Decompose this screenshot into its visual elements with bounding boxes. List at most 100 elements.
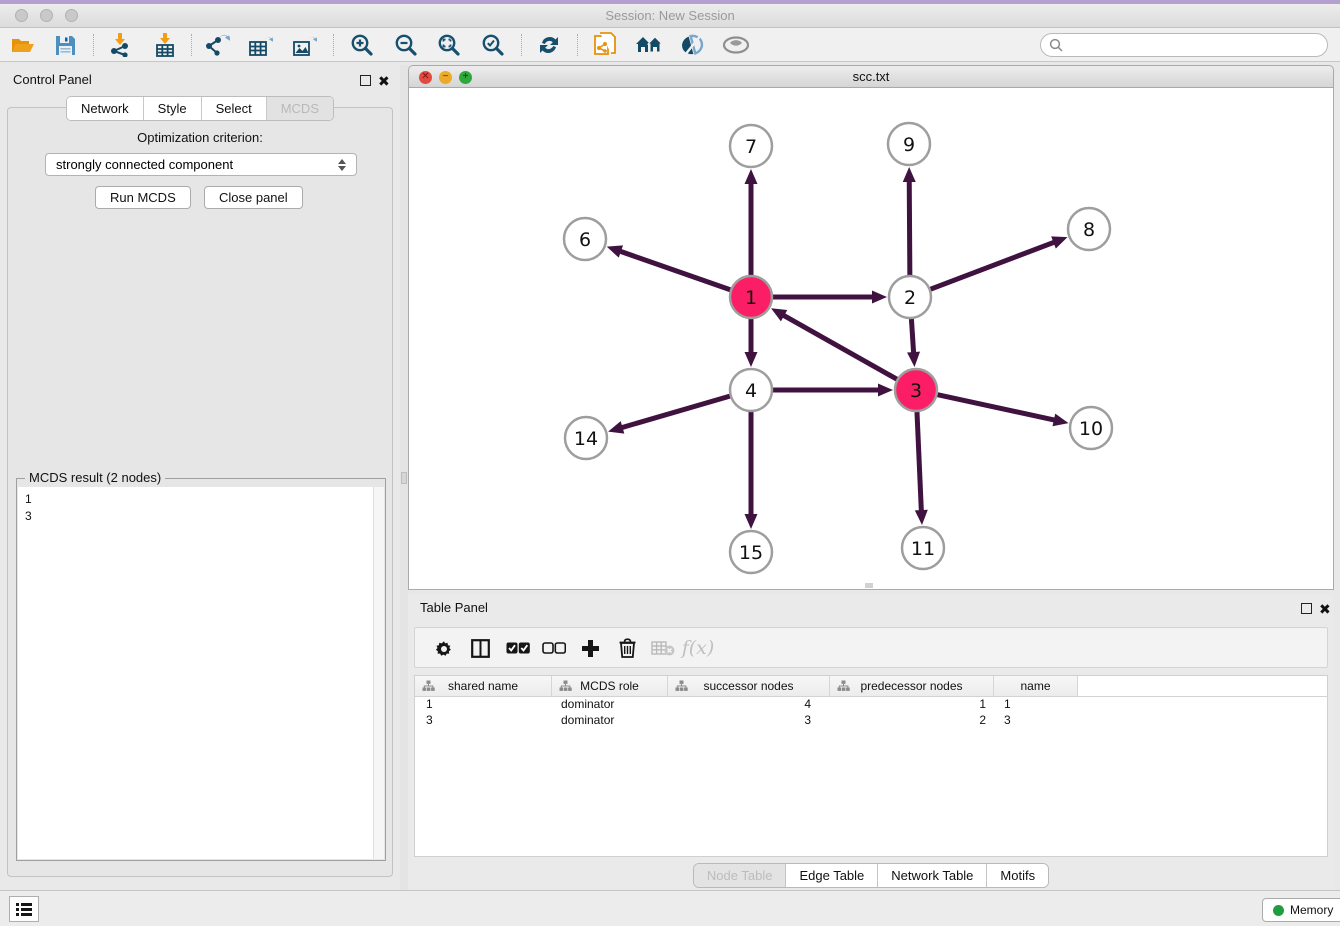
graph-arrowhead xyxy=(607,245,623,257)
mcds-result-textarea[interactable]: 1 3 xyxy=(18,487,384,859)
tab-motifs[interactable]: Motifs xyxy=(986,864,1048,887)
table-row[interactable]: 1 dominator 4 1 1 xyxy=(415,697,1327,713)
graph-edge-3-11[interactable] xyxy=(917,412,921,513)
graph-arrowhead xyxy=(872,291,887,304)
close-view-button[interactable]: ✕ xyxy=(419,71,432,84)
delete-column-icon[interactable] xyxy=(612,634,642,662)
search-input[interactable] xyxy=(1069,38,1327,53)
tab-edge-table[interactable]: Edge Table xyxy=(785,864,877,887)
toolbar-separator xyxy=(93,34,94,56)
cell-successor-nodes[interactable]: 4 xyxy=(668,697,830,713)
minimize-window-button[interactable] xyxy=(40,9,53,22)
zoom-selected-icon[interactable] xyxy=(478,31,508,59)
graph-arrowhead xyxy=(878,384,893,397)
column-header-mcds-role[interactable]: MCDS role xyxy=(552,676,668,696)
splitter-grip[interactable] xyxy=(401,472,407,484)
delete-table-icon[interactable] xyxy=(648,634,678,662)
maximize-view-button[interactable]: + xyxy=(459,71,472,84)
search-field[interactable] xyxy=(1040,33,1328,57)
export-image-icon[interactable] xyxy=(290,31,320,59)
cell-mcds-role[interactable]: dominator xyxy=(552,697,668,713)
graph-arrowhead xyxy=(915,510,928,525)
float-panel-icon[interactable] xyxy=(360,73,371,91)
tab-select[interactable]: Select xyxy=(201,97,266,120)
close-window-button[interactable] xyxy=(15,9,28,22)
cell-name[interactable]: 1 xyxy=(994,697,1078,713)
toolbar-separator xyxy=(333,34,334,56)
tab-network-table[interactable]: Network Table xyxy=(877,864,986,887)
graph-arrowhead xyxy=(907,352,920,367)
memory-button[interactable]: Memory xyxy=(1262,898,1340,922)
cell-predecessor-nodes[interactable]: 2 xyxy=(830,713,994,729)
show-hide-icon[interactable] xyxy=(721,31,751,59)
graph-edge-1-6[interactable] xyxy=(618,251,730,290)
run-mcds-button[interactable]: Run MCDS xyxy=(95,186,191,209)
tab-node-table[interactable]: Node Table xyxy=(694,864,786,887)
tab-style[interactable]: Style xyxy=(143,97,201,120)
add-column-icon[interactable] xyxy=(575,634,605,662)
network-view-title: scc.txt xyxy=(409,66,1333,88)
memory-label: Memory xyxy=(1290,903,1333,917)
column-header-shared-name[interactable]: shared name xyxy=(415,676,552,696)
table-row[interactable]: 3 dominator 3 2 3 xyxy=(415,713,1327,729)
graph-arrowhead xyxy=(608,421,624,433)
column-header-name[interactable]: name xyxy=(994,676,1078,696)
graph-node-label: 15 xyxy=(739,542,763,564)
save-session-icon[interactable] xyxy=(50,31,80,59)
tab-mcds[interactable]: MCDS xyxy=(266,97,333,120)
close-table-panel-icon[interactable]: ✖ xyxy=(1319,601,1331,619)
close-panel-icon[interactable]: ✖ xyxy=(378,73,390,91)
zoom-out-icon[interactable] xyxy=(391,31,421,59)
cell-shared-name[interactable]: 3 xyxy=(415,713,552,729)
minimize-view-button[interactable]: − xyxy=(439,71,452,84)
export-network-icon[interactable] xyxy=(203,31,233,59)
function-builder-icon[interactable]: f(x) xyxy=(683,634,713,662)
cell-successor-nodes[interactable]: 3 xyxy=(668,713,830,729)
zoom-window-button[interactable] xyxy=(65,9,78,22)
open-file-icon[interactable] xyxy=(8,31,38,59)
home-icon[interactable] xyxy=(634,31,664,59)
column-header-filler xyxy=(1078,676,1327,696)
graph-node-label: 9 xyxy=(903,134,915,156)
task-history-button[interactable] xyxy=(9,896,39,922)
clone-network-icon[interactable] xyxy=(590,31,620,59)
float-table-panel-icon[interactable] xyxy=(1301,601,1312,619)
graph-edge-3-10[interactable] xyxy=(937,395,1056,421)
graph-arrowhead xyxy=(1051,236,1067,248)
table-toolbar: f(x) xyxy=(414,627,1328,668)
graph-edge-2-8[interactable] xyxy=(931,241,1057,289)
main-toolbar xyxy=(0,28,1340,62)
import-table-icon[interactable] xyxy=(150,31,180,59)
cell-mcds-role[interactable]: dominator xyxy=(552,713,668,729)
graph-edge-2-9[interactable] xyxy=(909,179,910,275)
tab-network[interactable]: Network xyxy=(67,97,143,120)
network-scrollbar-grip[interactable] xyxy=(865,583,873,588)
graph-edge-2-3[interactable] xyxy=(911,319,913,355)
export-table-icon[interactable] xyxy=(246,31,276,59)
selected-option: strongly connected component xyxy=(56,157,233,172)
cell-predecessor-nodes[interactable]: 1 xyxy=(830,697,994,713)
graph-edge-3-1[interactable] xyxy=(781,314,896,379)
column-header-successor-nodes[interactable]: successor nodes xyxy=(668,676,830,696)
deselect-all-rows-icon[interactable] xyxy=(539,634,569,662)
panel-splitter[interactable] xyxy=(400,65,408,890)
column-header-predecessor-nodes[interactable]: predecessor nodes xyxy=(830,676,994,696)
zoom-fit-icon[interactable] xyxy=(434,31,464,59)
close-panel-button[interactable]: Close panel xyxy=(204,186,303,209)
cell-name[interactable]: 3 xyxy=(994,713,1078,729)
select-all-rows-icon[interactable] xyxy=(503,634,533,662)
graph-edge-4-14[interactable] xyxy=(620,396,730,428)
table-options-icon[interactable] xyxy=(429,634,459,662)
cell-shared-name[interactable]: 1 xyxy=(415,697,552,713)
network-canvas[interactable]: 7968124314101511 xyxy=(408,88,1334,590)
zoom-in-icon[interactable] xyxy=(347,31,377,59)
import-network-icon[interactable] xyxy=(105,31,135,59)
graph-arrowhead xyxy=(745,169,758,184)
refresh-view-icon[interactable] xyxy=(534,31,564,59)
graph-node-label: 11 xyxy=(911,538,935,560)
show-styles-icon[interactable] xyxy=(677,31,707,59)
optimization-criterion-select[interactable]: strongly connected component xyxy=(45,153,357,176)
mcds-result-scrollbar[interactable] xyxy=(373,487,384,859)
show-columns-icon[interactable] xyxy=(465,634,495,662)
network-graph: 7968124314101511 xyxy=(409,88,1333,588)
